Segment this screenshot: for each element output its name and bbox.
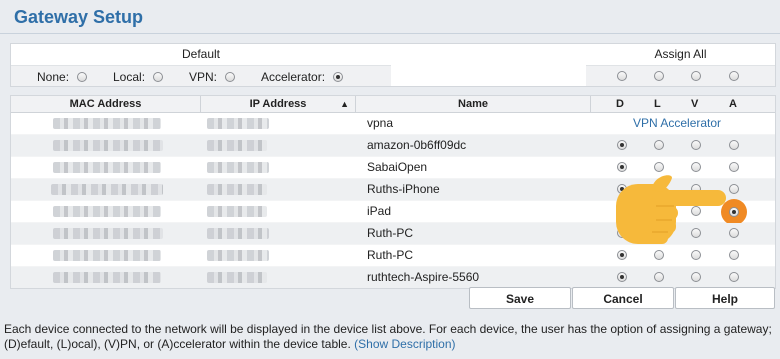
device-name: SabaiOpen — [367, 160, 428, 174]
mac-address-redacted — [53, 118, 161, 129]
device-name: ruthtech-Aspire-5560 — [367, 270, 480, 284]
row-a-radio[interactable] — [729, 272, 739, 282]
column-mac-address[interactable]: MAC Address — [11, 96, 201, 112]
mac-address-redacted — [53, 162, 161, 173]
default-header: Default — [11, 44, 391, 64]
mac-address-redacted — [53, 250, 161, 261]
row-l-radio[interactable] — [654, 250, 664, 260]
default-option-none[interactable]: None: — [37, 69, 88, 84]
title-divider — [0, 33, 780, 34]
assign-all-header: Assign All — [654, 47, 707, 61]
default-none-radio[interactable] — [77, 71, 88, 82]
row-l-radio[interactable] — [654, 272, 664, 282]
column-gateway-options: D L V A — [591, 96, 775, 112]
assign-all-row — [586, 65, 775, 86]
row-v-radio[interactable] — [691, 250, 701, 260]
assign-all-d-radio[interactable] — [617, 71, 627, 81]
device-name: Ruth-PC — [367, 226, 414, 240]
default-options-row: None: Local: VPN: Accelerator: — [11, 65, 391, 86]
ip-address-redacted — [207, 206, 267, 217]
default-option-vpn[interactable]: VPN: — [189, 69, 236, 84]
table-row: amazon-0b6ff09dc — [11, 135, 775, 157]
show-description-link[interactable]: (Show Description) — [354, 337, 455, 351]
save-button[interactable]: Save — [469, 287, 571, 309]
ip-address-redacted — [207, 272, 267, 283]
gateway-description: Each device connected to the network wil… — [4, 322, 774, 352]
mac-address-redacted — [53, 228, 163, 239]
option-label: VPN: — [189, 69, 218, 84]
table-row: vpna VPN Accelerator — [11, 113, 775, 135]
device-name: vpna — [367, 116, 394, 130]
ip-address-redacted — [207, 184, 267, 195]
option-label: Local: — [113, 69, 146, 84]
page-title: Gateway Setup — [14, 7, 144, 27]
mac-address-redacted — [53, 140, 163, 151]
ip-address-redacted — [207, 250, 269, 261]
default-accelerator-radio[interactable] — [333, 71, 344, 82]
row-d-radio[interactable] — [617, 140, 627, 150]
device-name: amazon-0b6ff09dc — [367, 138, 467, 152]
device-name: Ruths-iPhone — [367, 182, 440, 196]
row-d-radio[interactable] — [617, 250, 627, 260]
column-a: A — [729, 98, 737, 110]
row-v-radio[interactable] — [691, 272, 701, 282]
ip-address-redacted — [207, 140, 267, 151]
ip-address-redacted — [207, 118, 269, 129]
default-local-radio[interactable] — [153, 71, 164, 82]
mac-address-redacted — [53, 206, 161, 217]
help-button[interactable]: Help — [675, 287, 775, 309]
device-name: Ruth-PC — [367, 248, 414, 262]
default-option-accelerator[interactable]: Accelerator: — [261, 69, 344, 84]
assign-all-v-radio[interactable] — [691, 71, 701, 81]
column-name[interactable]: Name — [356, 96, 591, 112]
ip-address-redacted — [207, 162, 269, 173]
mac-address-redacted — [53, 272, 161, 283]
sort-ascending-icon: ▲ — [340, 99, 349, 109]
assign-all-l-radio[interactable] — [654, 71, 664, 81]
device-name: iPad — [367, 204, 392, 218]
column-v: V — [691, 98, 699, 110]
cancel-button[interactable]: Cancel — [572, 287, 674, 309]
row-d-radio[interactable] — [617, 272, 627, 282]
gateway-note: VPN Accelerator — [633, 116, 722, 130]
pointing-hand-icon — [616, 175, 726, 244]
option-label: Accelerator: — [261, 69, 326, 84]
row-v-radio[interactable] — [691, 140, 701, 150]
row-l-radio[interactable] — [654, 140, 664, 150]
column-l: L — [654, 98, 661, 110]
table-row: ruthtech-Aspire-5560 — [11, 267, 775, 288]
row-a-radio[interactable] — [729, 250, 739, 260]
column-ip-label: IP Address — [249, 98, 307, 110]
table-header: MAC Address IP Address ▲ Name D L V A — [11, 96, 775, 113]
ip-address-redacted — [207, 228, 269, 239]
row-a-radio[interactable] — [729, 140, 739, 150]
assign-all-a-radio[interactable] — [729, 71, 739, 81]
option-label: None: — [37, 69, 70, 84]
column-ip-address[interactable]: IP Address ▲ — [201, 96, 356, 112]
default-vpn-radio[interactable] — [225, 71, 236, 82]
column-d: D — [616, 98, 624, 110]
default-option-local[interactable]: Local: — [113, 69, 164, 84]
mac-address-redacted — [51, 184, 163, 195]
default-gateway-panel: Default Assign All None: Local: VPN: Acc… — [10, 43, 776, 87]
